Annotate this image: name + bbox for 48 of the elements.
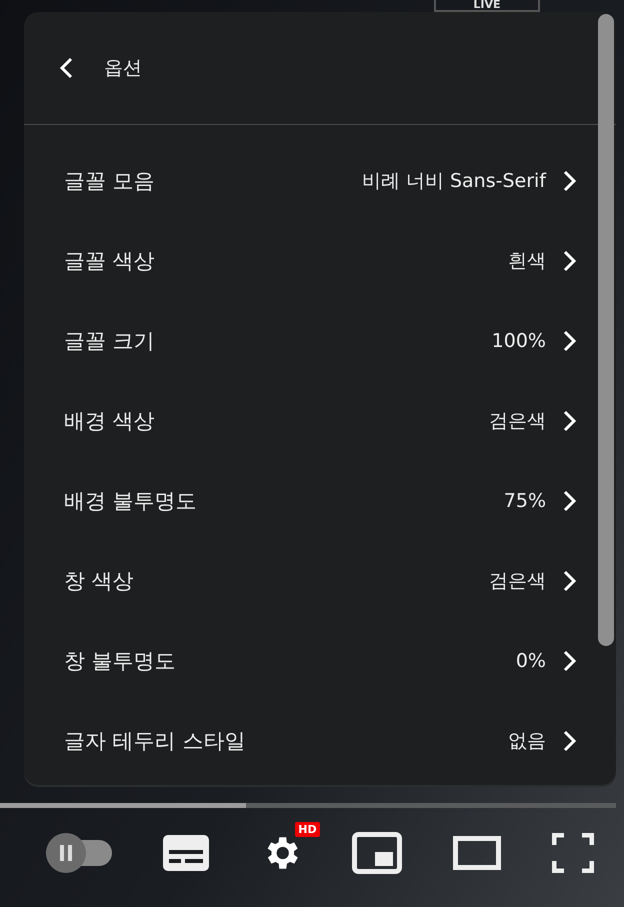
menu-item-label: 배경 색상	[64, 408, 156, 435]
menu-item-label: 글자 테두리 스타일	[64, 728, 246, 755]
menu-item-value: 검은색	[489, 569, 546, 594]
back-button[interactable]	[60, 57, 74, 79]
chevron-icon	[562, 410, 576, 432]
menu-item[interactable]: 글꼴 모음 비례 너비 Sans-Serif	[24, 141, 616, 221]
progress-bar[interactable]	[0, 803, 616, 808]
menu-item-label: 창 색상	[64, 568, 135, 595]
theater-icon	[453, 836, 502, 870]
menu-item-value: 검은색	[489, 409, 546, 434]
menu-item-label: 글꼴 색상	[64, 248, 156, 275]
menu-item[interactable]: 창 색상 검은색	[24, 541, 616, 621]
miniplayer-button[interactable]	[352, 832, 402, 874]
menu-item[interactable]: 글꼴 색상 흰색	[24, 221, 616, 301]
subtitles-button[interactable]	[162, 834, 209, 870]
chevron-icon	[562, 650, 576, 672]
fullscreen-button[interactable]	[552, 832, 594, 872]
menu-item[interactable]: 글꼴 크기 100%	[24, 301, 616, 381]
quality-badge: HD	[295, 822, 320, 836]
menu-item-label: 창 불투명도	[64, 648, 177, 675]
back-icon	[60, 57, 74, 79]
menu-item-value: 100%	[492, 330, 546, 352]
menu-item-value: 흰색	[508, 249, 546, 274]
chevron-icon	[562, 250, 576, 272]
menu-item[interactable]: 배경 색상 검은색	[24, 381, 616, 461]
menu-item[interactable]: 창 불투명도 0%	[24, 621, 616, 701]
chevron-icon	[562, 330, 576, 352]
menu-item-value: 0%	[516, 650, 546, 672]
subtitles-icon	[162, 834, 209, 870]
menu-item[interactable]: 글자 테두리 스타일 없음	[24, 701, 616, 781]
menu-title: 옵션	[104, 56, 142, 81]
menu-item-label: 글꼴 모음	[64, 168, 156, 195]
menu-item[interactable]: 배경 불투명도 75%	[24, 461, 616, 541]
fullscreen-icon	[552, 832, 594, 872]
theater-button[interactable]	[453, 836, 502, 870]
pause-icon	[59, 844, 73, 860]
menu-item-value: 없음	[508, 729, 546, 754]
chevron-icon	[562, 170, 576, 192]
menu-item-label: 배경 불투명도	[64, 488, 198, 515]
chevron-icon	[562, 730, 576, 752]
chevron-icon	[562, 490, 576, 512]
chevron-icon	[562, 570, 576, 592]
menu-item-label: 글꼴 크기	[64, 328, 156, 355]
menu-item-value: 비례 너비 Sans-Serif	[362, 169, 546, 194]
scrollbar-thumb[interactable]	[598, 14, 614, 646]
miniplayer-icon	[352, 832, 402, 874]
menu-item-value: 75%	[504, 490, 546, 512]
autoplay-toggle[interactable]	[46, 832, 112, 872]
